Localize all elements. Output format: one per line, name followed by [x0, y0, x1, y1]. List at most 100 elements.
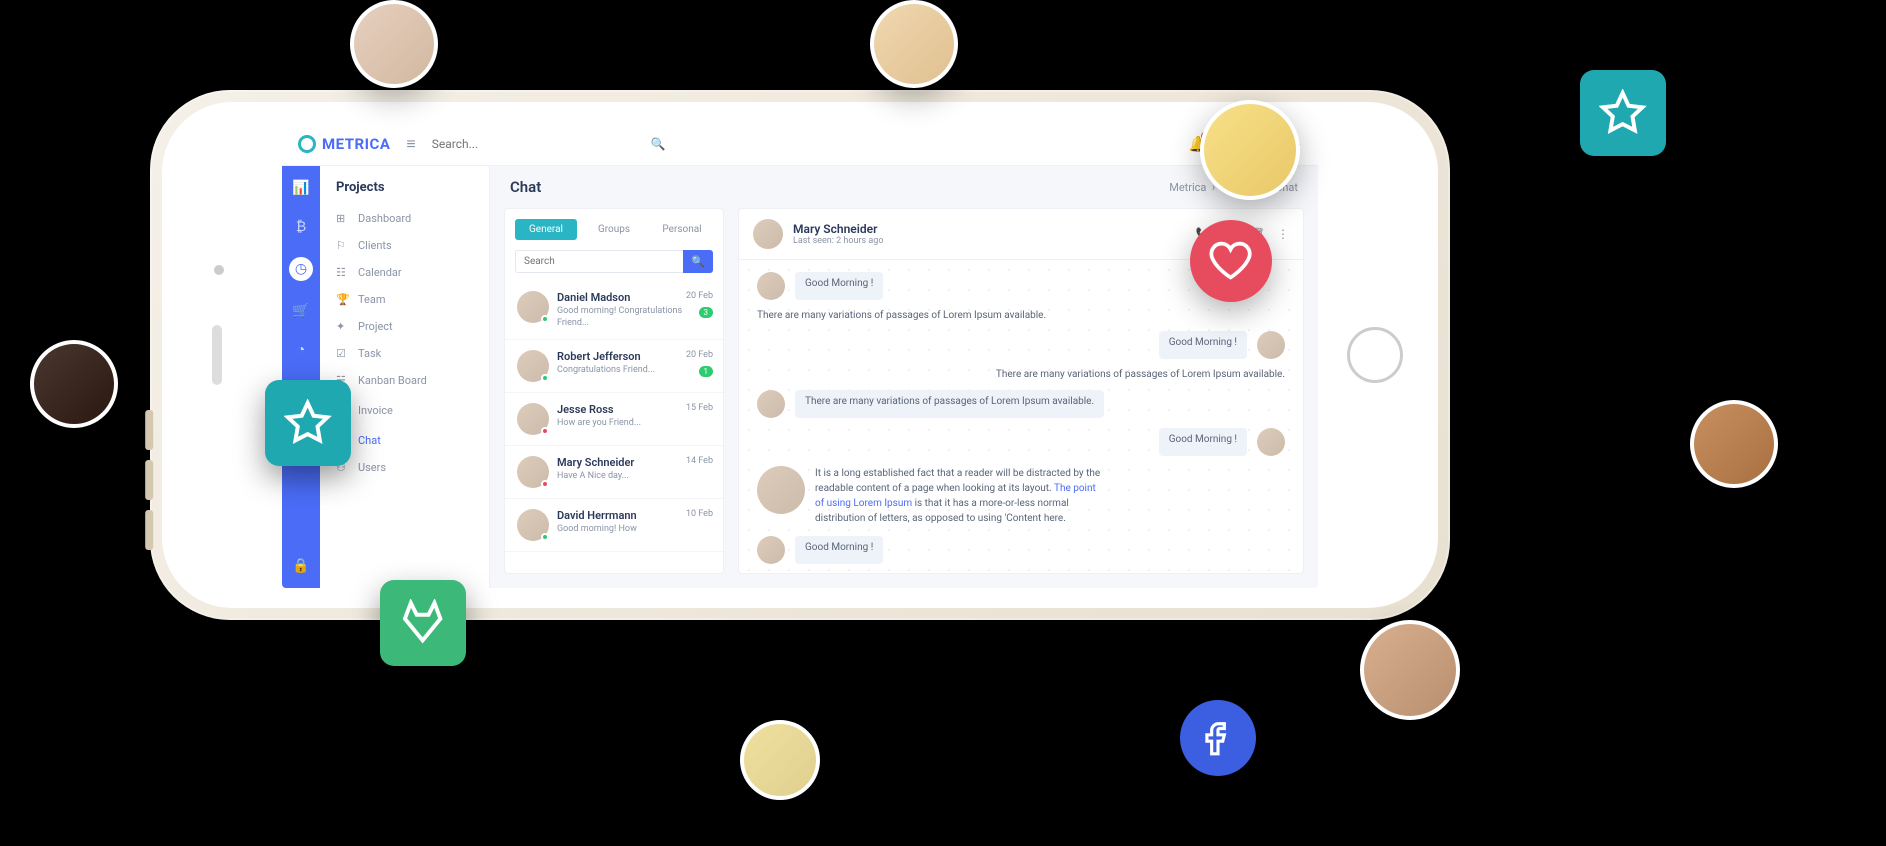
floating-avatar	[1690, 400, 1778, 488]
message-text: There are many variations of passages of…	[757, 310, 1046, 321]
contact-list: Daniel MadsonGood morning! Congratulatio…	[505, 281, 723, 573]
sidebar-item-label: Calendar	[358, 266, 402, 279]
message-avatar	[757, 466, 805, 514]
contact-item[interactable]: Daniel MadsonGood morning! Congratulatio…	[505, 281, 723, 340]
status-dot	[541, 374, 549, 382]
sidebar-item-dashboard[interactable]: ⊞Dashboard	[320, 205, 489, 232]
sidebar-item-label: Project	[358, 320, 393, 333]
contact-preview: Good morning! Congratulations Friend...	[557, 306, 711, 329]
status-dot	[541, 480, 549, 488]
star-tile	[265, 380, 351, 466]
top-bar: METRICA ≡ 🔍 🔔2 Amalia ⌄	[282, 122, 1318, 166]
main-panel: Chat Metrica › Projects › Chat General Gr…	[490, 166, 1318, 588]
messages-area: Good Morning ! There are many variations …	[739, 260, 1303, 573]
contact-item[interactable]: David HerrmannGood morning! How10 Feb	[505, 499, 723, 552]
sidebar-title: Projects	[320, 180, 489, 205]
chat-last-seen: Last seen: 2 hours ago	[793, 236, 884, 246]
contact-item[interactable]: Mary SchneiderHave A Nice day...14 Feb	[505, 446, 723, 499]
message-text: There are many variations of passages of…	[996, 369, 1285, 380]
rail-analytics-icon[interactable]: 📊	[292, 180, 309, 196]
message-row: Good Morning !	[757, 331, 1285, 359]
page-header: Chat Metrica › Projects › Chat	[490, 166, 1318, 208]
sidebar-item-clients[interactable]: ⚐ Clients	[320, 232, 489, 259]
menu-toggle-icon[interactable]: ≡	[406, 134, 415, 154]
sidebar-item-label: Invoice	[358, 404, 393, 417]
rail-reports-icon[interactable]: ◔	[297, 341, 305, 358]
sidebar: Projects ⊞Dashboard ⚐ Clients ☷ Calendar 🏆Tea…	[320, 166, 490, 588]
search-icon[interactable]: 🔍	[651, 137, 666, 151]
message-avatar	[757, 536, 785, 564]
message-avatar	[1257, 331, 1285, 359]
floating-avatar	[1200, 100, 1300, 200]
icon-rail: 📊 ₿ ◷ 🛒 ◔ 🔒	[282, 166, 320, 588]
sidebar-item-icon: ⚐	[336, 239, 350, 252]
sidebar-item-label: Task	[358, 347, 381, 360]
contact-tabs: General Groups Personal	[505, 209, 723, 250]
contact-item[interactable]: Jesse RossHow are you Friend...15 Feb	[505, 393, 723, 446]
message-avatar	[1257, 428, 1285, 456]
sidebar-item-icon: 🏆	[336, 293, 350, 306]
contact-search: 🔍	[515, 250, 713, 273]
contact-time: 10 Feb	[686, 509, 713, 519]
sidebar-item-team[interactable]: 🏆Team	[320, 286, 489, 313]
contacts-panel: General Groups Personal 🔍 Daniel MadsonGoo…	[504, 208, 724, 574]
unread-badge: 1	[699, 366, 714, 377]
contact-avatar	[517, 350, 549, 382]
sidebar-item-label: Dashboard	[358, 212, 411, 225]
brand-name: METRICA	[322, 135, 390, 153]
message-bubble: There are many variations of passages of…	[795, 390, 1104, 418]
sidebar-item-icon: ☷	[336, 266, 350, 279]
rail-crypto-icon[interactable]: ₿	[296, 218, 306, 235]
sidebar-item-calendar[interactable]: ☷ Calendar	[320, 259, 489, 286]
floating-avatar	[740, 720, 820, 800]
message-row: There are many variations of passages of…	[757, 310, 1285, 321]
contact-avatar	[517, 291, 549, 323]
tab-personal[interactable]: Personal	[651, 219, 713, 240]
gitlab-tile	[380, 580, 466, 666]
contact-preview: Congratulations Friend...	[557, 365, 711, 377]
brand-logo[interactable]: METRICA	[298, 135, 390, 153]
star-tile	[1580, 70, 1666, 156]
message-row: There are many variations of passages of…	[757, 390, 1285, 418]
message-bubble: Good Morning !	[1159, 428, 1247, 456]
contact-search-button[interactable]: 🔍	[683, 250, 713, 273]
contact-avatar	[517, 456, 549, 488]
sidebar-item-icon: ✦	[336, 320, 350, 333]
contact-time: 15 Feb	[686, 403, 713, 413]
rail-cart-icon[interactable]: 🛒	[292, 303, 309, 319]
sidebar-item-label: Users	[358, 461, 386, 474]
floating-avatar	[1360, 620, 1460, 720]
message-bubble: Good Morning !	[795, 536, 883, 564]
more-icon[interactable]: ⋮	[1277, 227, 1289, 241]
sidebar-item-label: Clients	[358, 239, 392, 252]
contact-time: 14 Feb	[686, 456, 713, 466]
rail-projects-icon[interactable]: ◷	[289, 257, 313, 281]
contact-item[interactable]: Robert JeffersonCongratulations Friend..…	[505, 340, 723, 393]
global-search[interactable]: 🔍	[432, 137, 672, 151]
message-row: Good Morning !	[757, 536, 1285, 564]
message-row: There are many variations of passages of…	[757, 369, 1285, 380]
sidebar-item-icon: ☑	[336, 347, 350, 360]
sidebar-item-label: Chat	[358, 434, 381, 447]
phone-home-button[interactable]	[1347, 327, 1403, 383]
status-dot	[541, 533, 549, 541]
heart-tile	[1190, 220, 1272, 302]
contact-search-input[interactable]	[515, 250, 683, 273]
sidebar-item-task[interactable]: ☑ Task	[320, 340, 489, 367]
phone-speaker	[212, 325, 222, 385]
contact-time: 20 Feb	[686, 350, 713, 360]
facebook-tile	[1180, 700, 1256, 776]
sidebar-item-project[interactable]: ✦ Project	[320, 313, 489, 340]
contact-time: 20 Feb	[686, 291, 713, 301]
tab-groups[interactable]: Groups	[583, 219, 645, 240]
sidebar-item-label: Kanban Board	[358, 374, 427, 387]
message-row: It is a long established fact that a rea…	[757, 466, 1285, 526]
floating-avatar	[30, 340, 118, 428]
page-title: Chat	[510, 178, 541, 196]
message-text: It is a long established fact that a rea…	[815, 466, 1105, 526]
contact-preview: Have A Nice day...	[557, 471, 711, 483]
rail-lock-icon[interactable]: 🔒	[292, 558, 309, 574]
message-bubble: Good Morning !	[795, 272, 883, 300]
tab-general[interactable]: General	[515, 219, 577, 240]
search-input[interactable]	[432, 137, 672, 151]
